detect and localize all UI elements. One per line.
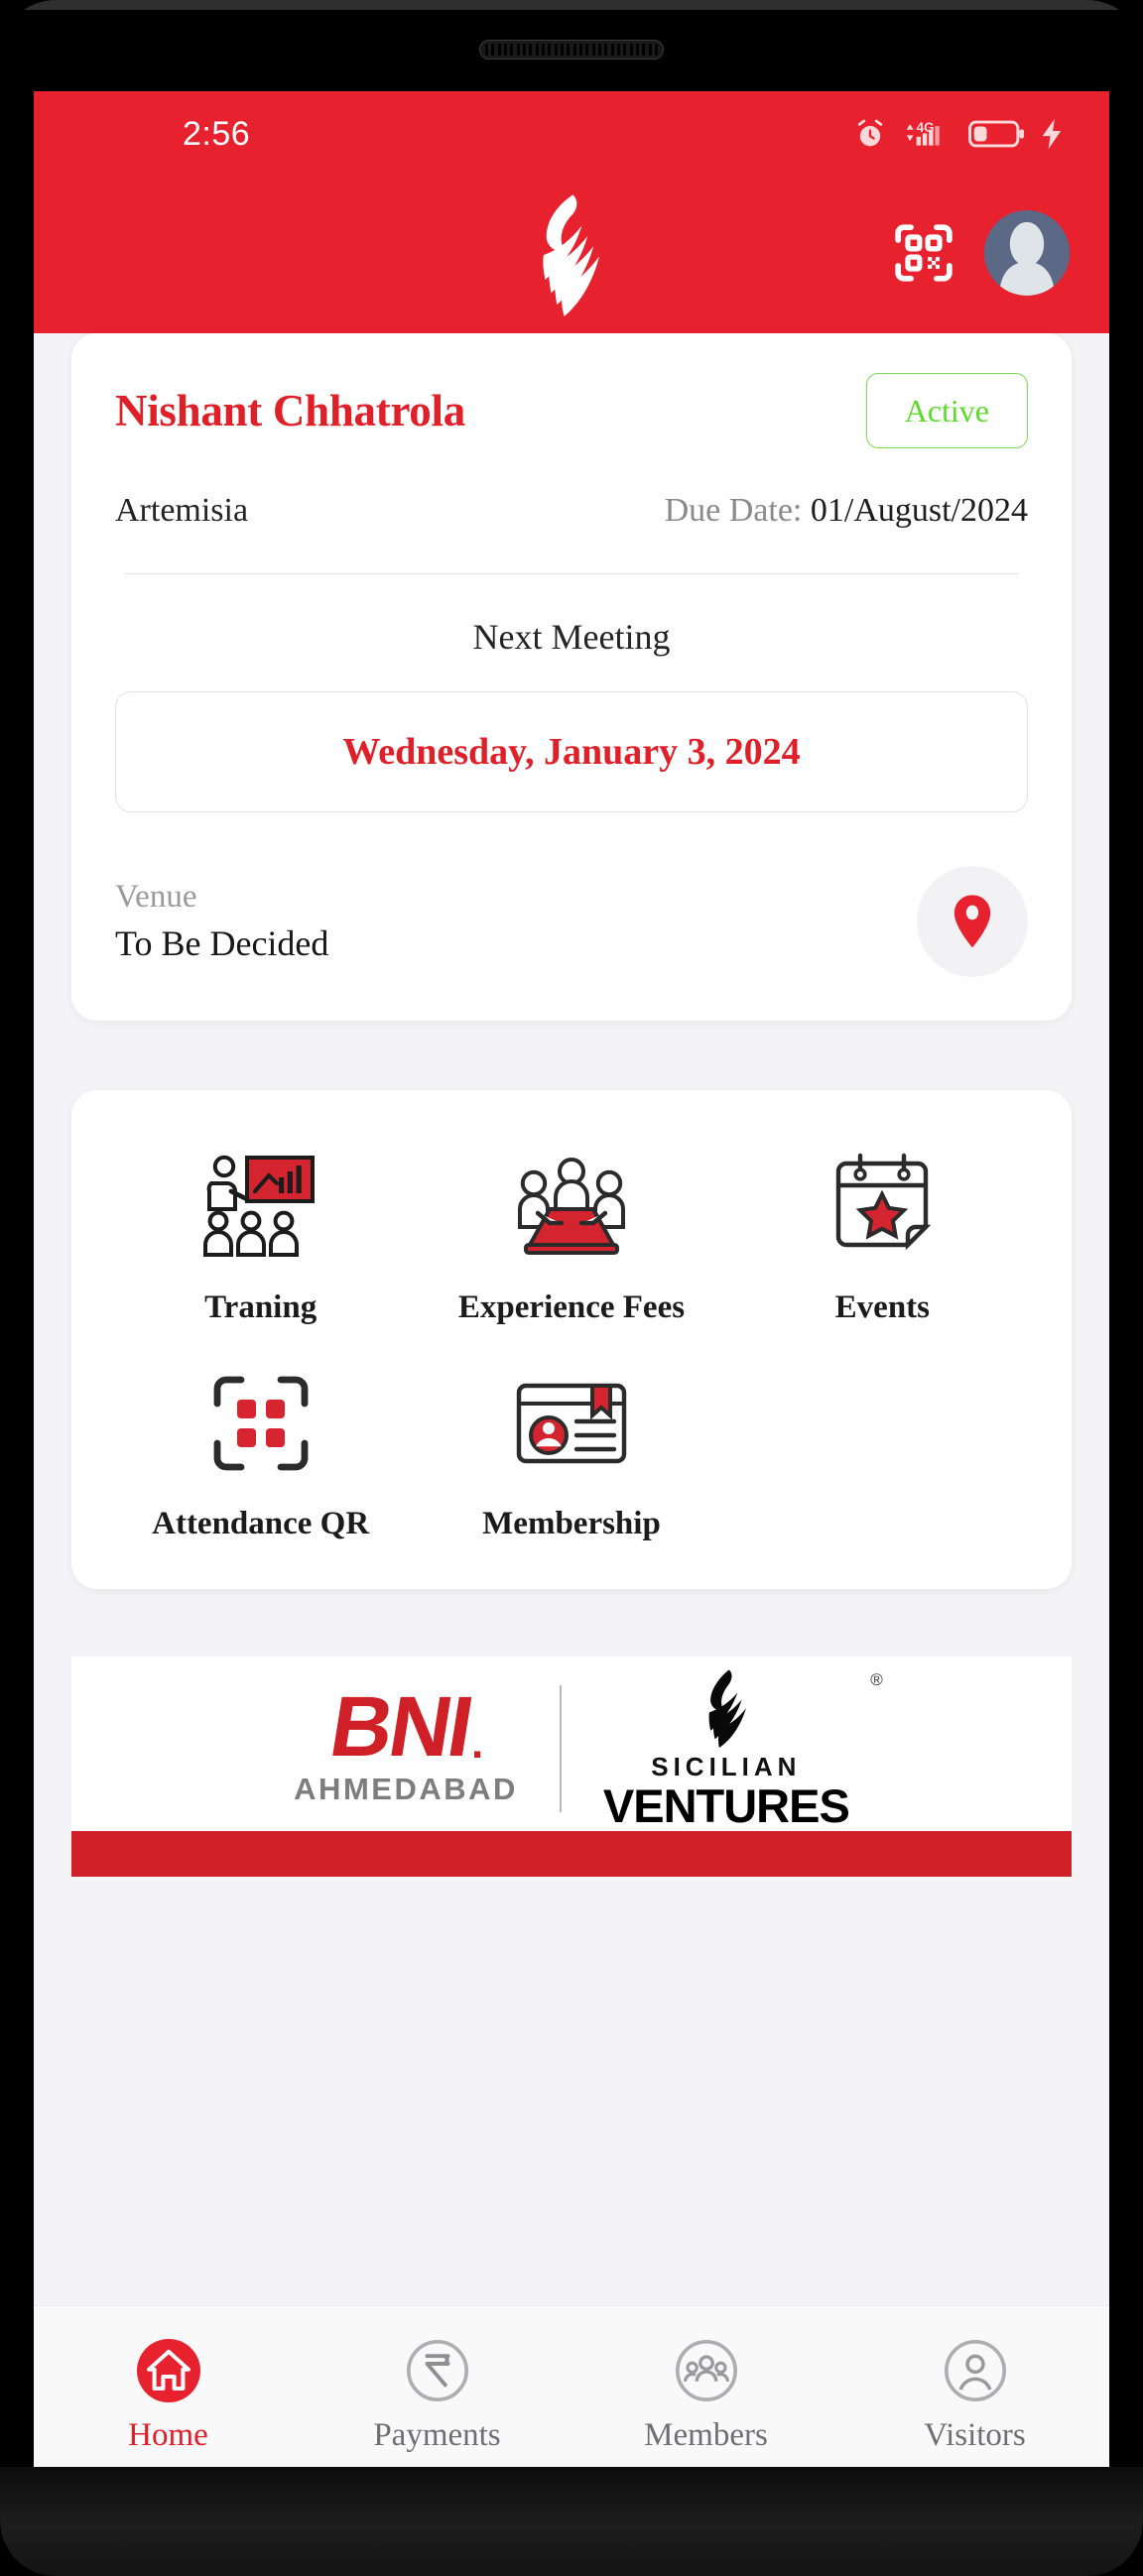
location-pin-icon — [953, 895, 991, 948]
chapter-name: Artemisia — [115, 492, 249, 529]
nav-item-visitors[interactable]: Visitors — [840, 2334, 1109, 2454]
phone-frame: 2:56 4G Nishant Chhatrola Active Artemis… — [0, 0, 1143, 2576]
bottom-navigation: Home Payments Members Visitors — [34, 2305, 1109, 2482]
nav-label-members: Members — [644, 2417, 768, 2453]
nav-label-payments: Payments — [373, 2417, 501, 2453]
banner-red-stripe — [71, 1831, 1072, 1878]
menu-item-training[interactable]: Traning — [105, 1142, 416, 1328]
status-icon-tray: 4G — [853, 117, 1064, 151]
rupee-icon — [401, 2334, 474, 2407]
qr-scan-icon[interactable] — [893, 222, 954, 284]
menu-label-membership: Membership — [482, 1505, 661, 1541]
menu-item-membership[interactable]: Membership — [416, 1358, 726, 1544]
venue-label: Venue — [115, 878, 197, 915]
venue-text-block: Venue To Be Decided — [115, 877, 328, 966]
members-icon — [670, 2334, 743, 2407]
next-meeting-date-box[interactable]: Wednesday, January 3, 2024 — [115, 691, 1028, 812]
qr-scan-icon — [209, 1358, 313, 1489]
next-meeting-title: Next Meeting — [472, 617, 671, 657]
quick-menu-card: Traning Experience Fees Events Attendanc… — [71, 1090, 1072, 1590]
membership-card-icon — [513, 1358, 630, 1489]
home-icon — [132, 2334, 205, 2407]
alarm-clock-icon — [857, 119, 883, 147]
member-name: Nishant Chhatrola — [115, 386, 465, 435]
menu-item-events[interactable]: Events — [727, 1142, 1038, 1328]
nav-label-visitors: Visitors — [924, 2417, 1026, 2453]
due-date-label: Due Date: — [664, 492, 811, 529]
visitor-icon — [939, 2334, 1012, 2407]
bni-city-label: AHMEDABAD — [294, 1772, 518, 1807]
menu-label-training: Traning — [204, 1289, 318, 1325]
nav-label-home: Home — [128, 2417, 208, 2453]
venue-value: To Be Decided — [115, 923, 329, 964]
venue-row: Venue To Be Decided — [115, 866, 1028, 977]
network-4g-icon: 4G — [906, 120, 940, 146]
registered-trademark-icon: ® — [870, 1670, 883, 1690]
bni-logo: BNI. AHMEDABAD — [294, 1679, 518, 1807]
status-clock: 2:56 — [183, 114, 251, 153]
quick-menu-grid: Traning Experience Fees Events Attendanc… — [105, 1142, 1038, 1543]
sicilian-flame-icon — [708, 1669, 746, 1749]
status-bar: 2:56 4G — [34, 91, 1109, 177]
sicilian-label: SICILIAN — [651, 1752, 802, 1782]
content-body: Nishant Chhatrola Active Artemisia Due D… — [34, 333, 1109, 1878]
due-date-value: 01/August/2024 — [810, 492, 1028, 529]
nav-item-home[interactable]: Home — [34, 2334, 303, 2454]
map-button[interactable] — [917, 866, 1028, 977]
phone-bottom-bezel — [0, 2467, 1143, 2576]
bni-dot: . — [470, 1719, 483, 1769]
due-date: Due Date: 01/August/2024 — [665, 492, 1028, 530]
card-divider — [125, 573, 1018, 574]
phone-screen: 2:56 4G Nishant Chhatrola Active Artemis… — [34, 91, 1109, 2482]
menu-item-attendance-qr[interactable]: Attendance QR — [105, 1358, 416, 1544]
phone-top-bezel — [0, 0, 1143, 10]
bni-wordmark-text: BNI — [323, 1679, 477, 1776]
bni-wordmark: BNI. — [323, 1679, 483, 1775]
user-avatar-icon[interactable] — [984, 210, 1070, 296]
sicilian-ventures-logo: ® SICILIAN VENTURES — [602, 1668, 883, 1833]
charging-bolt-icon — [1042, 118, 1062, 150]
nav-item-members[interactable]: Members — [572, 2334, 840, 2454]
member-meta-row: Artemisia Due Date: 01/August/2024 — [115, 492, 1028, 530]
bni-flame-logo — [543, 194, 600, 317]
next-meeting-date: Wednesday, January 3, 2024 — [342, 731, 801, 773]
battery-icon — [968, 120, 1025, 148]
nav-item-payments[interactable]: Payments — [303, 2334, 572, 2454]
sponsor-banner-logos: BNI. AHMEDABAD ® SICILIAN VENTURES — [71, 1656, 1072, 1831]
app-bar-actions — [893, 210, 1070, 296]
menu-label-attendance-qr: Attendance QR — [152, 1505, 370, 1541]
calendar-star-icon — [825, 1142, 940, 1273]
ventures-label: VENTURES — [602, 1779, 850, 1833]
status-badge: Active — [865, 373, 1028, 448]
member-summary-card: Nishant Chhatrola Active Artemisia Due D… — [71, 333, 1072, 1021]
sponsor-banner[interactable]: BNI. AHMEDABAD ® SICILIAN VENTURES — [71, 1656, 1072, 1878]
menu-label-experience-fees: Experience Fees — [457, 1289, 686, 1325]
speaker-grille — [479, 40, 664, 60]
menu-label-events: Events — [834, 1289, 930, 1325]
member-header-row: Nishant Chhatrola Active — [115, 373, 1028, 448]
meeting-table-icon — [510, 1142, 633, 1273]
banner-divider — [559, 1685, 562, 1813]
training-presentation-icon — [197, 1142, 324, 1273]
menu-item-experience-fees[interactable]: Experience Fees — [416, 1142, 726, 1328]
